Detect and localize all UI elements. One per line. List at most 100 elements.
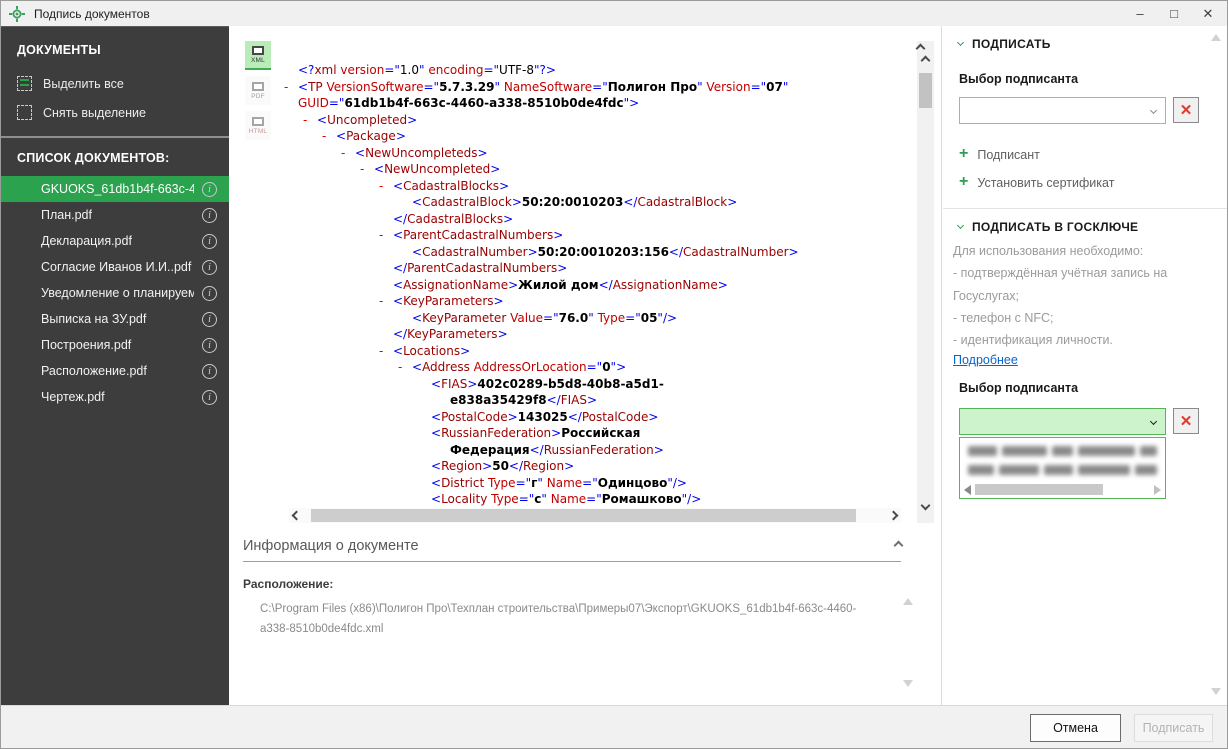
deselect-all-button[interactable]: Снять выделение (1, 98, 229, 127)
info-icon[interactable]: i (202, 337, 217, 353)
info-icon[interactable]: i (202, 181, 217, 197)
collapse-toggle[interactable]: - (341, 145, 355, 162)
minimize-button[interactable]: – (1123, 1, 1157, 26)
xml-line: Федерация</RussianFederation> (450, 442, 664, 457)
collapse-info-icon[interactable] (893, 540, 904, 551)
scroll-down-icon[interactable] (920, 500, 931, 511)
maximize-icon: □ (1170, 6, 1178, 21)
goskey-section-header[interactable]: ПОДПИСАТЬ В ГОСКЛЮЧЕ (956, 220, 1139, 234)
info-icon[interactable]: i (202, 363, 217, 379)
documents-sidebar: ДОКУМЕНТЫ Выделить все Снять выделение С… (1, 26, 229, 705)
dropdown-option-redacted[interactable] (968, 464, 1157, 476)
format-tab-label: HTML (248, 127, 268, 135)
panel-scroll-up-icon[interactable] (1211, 34, 1221, 41)
signer-combobox[interactable] (959, 97, 1166, 124)
chevron-down-icon (1149, 106, 1158, 115)
xml-line: <CadastralNumber>50:20:0010203:156</Cada… (412, 244, 799, 259)
goskey-signer-select-label: Выбор подписанта (959, 381, 1079, 395)
info-scroll-down-icon[interactable] (903, 680, 913, 687)
document-info-title: Информация о документе (243, 538, 419, 554)
horizontal-scroll-thumb[interactable] (311, 509, 856, 522)
collapse-toggle[interactable]: - (379, 293, 393, 310)
document-name: План.pdf (41, 208, 92, 222)
document-list-item[interactable]: Построения.pdf i (1, 332, 229, 358)
document-list-item[interactable]: План.pdf i (1, 202, 229, 228)
info-icon[interactable]: i (202, 233, 217, 249)
format-tab-html[interactable]: HTML (245, 111, 271, 140)
add-signer-button[interactable]: + Подписант (959, 146, 1040, 163)
document-list-title: СПИСОК ДОКУМЕНТОВ: (17, 151, 170, 165)
maximize-button[interactable]: □ (1157, 1, 1191, 26)
scroll-up-arrow[interactable] (915, 43, 926, 54)
format-tab-xml[interactable]: XML (245, 41, 271, 70)
goskey-requirement-line: - телефон с NFC; (953, 310, 1054, 325)
xml-line: <Locality Type="с" Name="Ромашково"/> (431, 492, 702, 506)
xml-line: <PostalCode>143025</PostalCode> (431, 409, 659, 424)
xml-line: <District Type="г" Name="Одинцово"/> (431, 475, 687, 490)
document-name: Чертеж.pdf (41, 390, 105, 404)
horizontal-scrollbar[interactable] (289, 508, 901, 523)
dropdown-scroll-right-icon[interactable] (1154, 485, 1161, 495)
document-list-item[interactable]: Согласие Иванов И.И..pdf i (1, 254, 229, 280)
format-tab-label: PDF (251, 92, 265, 100)
deselect-label: Снять выделение (43, 105, 146, 120)
vertical-scrollbar[interactable] (915, 41, 934, 523)
collapse-toggle[interactable]: - (284, 79, 298, 96)
clear-signer-button[interactable]: ✕ (1173, 97, 1199, 123)
select-all-label: Выделить все (43, 76, 124, 91)
document-list-item[interactable]: GKUOKS_61db1b4f-663c-44 i (1, 176, 229, 202)
cancel-button[interactable]: Отмена (1030, 714, 1121, 742)
close-button[interactable]: ✕ (1191, 1, 1225, 26)
xml-line: </KeyParameters> (393, 327, 508, 341)
document-name: Согласие Иванов И.И..pdf (41, 260, 192, 274)
goskey-section-title: ПОДПИСАТЬ В ГОСКЛЮЧЕ (972, 220, 1139, 234)
file-icon (252, 45, 264, 55)
plus-icon: + (959, 173, 969, 190)
document-list: GKUOKS_61db1b4f-663c-44 i План.pdf i Деклара… (1, 176, 229, 410)
scroll-up-icon[interactable] (920, 55, 931, 66)
dropdown-option-redacted[interactable] (968, 445, 1157, 457)
info-icon[interactable]: i (202, 389, 217, 405)
document-list-item[interactable]: Чертеж.pdf i (1, 384, 229, 410)
xml-line: <RussianFederation>Российская (431, 426, 641, 440)
info-scroll-up-icon[interactable] (903, 598, 913, 605)
dropdown-scroll-left-icon[interactable] (964, 485, 971, 495)
collapse-toggle[interactable]: - (398, 359, 412, 376)
goskey-requirements: Для использования необходимо: - подтвержд… (953, 240, 1219, 351)
sign-section-header[interactable]: ПОДПИСАТЬ (956, 37, 1051, 51)
goskey-signer-combobox[interactable] (959, 408, 1166, 435)
collapse-toggle[interactable]: - (379, 343, 393, 360)
xml-line: - <Package> (322, 128, 406, 145)
install-certificate-button[interactable]: + Установить сертификат (959, 173, 1114, 191)
info-icon[interactable]: i (202, 259, 217, 275)
collapse-toggle[interactable]: - (303, 112, 317, 129)
info-icon[interactable]: i (202, 207, 217, 223)
chevron-down-icon (956, 221, 965, 230)
more-details-link[interactable]: Подробнее (953, 353, 1018, 367)
format-tabs: XML PDF HTML (245, 41, 271, 140)
info-icon[interactable]: i (202, 311, 217, 327)
dropdown-scroll-thumb[interactable] (975, 484, 1103, 495)
file-icon (252, 116, 264, 126)
dropdown-horizontal-scrollbar[interactable] (961, 482, 1164, 497)
collapse-toggle[interactable]: - (360, 161, 374, 178)
document-list-item[interactable]: Выписка на ЗУ.pdf i (1, 306, 229, 332)
panel-scroll-down-icon[interactable] (1211, 688, 1221, 695)
collapse-toggle[interactable]: - (322, 128, 336, 145)
format-tab-pdf[interactable]: PDF (245, 76, 271, 105)
collapse-toggle[interactable]: - (379, 178, 393, 195)
vertical-scroll-thumb[interactable] (919, 73, 932, 108)
document-list-item[interactable]: Расположение.pdf i (1, 358, 229, 384)
xml-line: - <NewUncompleted> (360, 161, 501, 178)
sign-button[interactable]: Подписать (1134, 714, 1213, 742)
select-all-button[interactable]: Выделить все (1, 69, 229, 98)
document-list-item[interactable]: Декларация.pdf i (1, 228, 229, 254)
collapse-toggle[interactable]: - (379, 227, 393, 244)
scroll-right-icon[interactable] (888, 510, 899, 521)
info-icon[interactable]: i (202, 285, 217, 301)
xml-preview: <?xml version="1.0" encoding="UTF-8"?> - <… (284, 62, 914, 530)
document-list-item[interactable]: Уведомление о планируем i (1, 280, 229, 306)
scroll-left-icon[interactable] (291, 510, 302, 521)
clear-goskey-signer-button[interactable]: ✕ (1173, 408, 1199, 434)
location-path: C:\Program Files (x86)\Полигон Про\Техпл… (260, 599, 888, 639)
